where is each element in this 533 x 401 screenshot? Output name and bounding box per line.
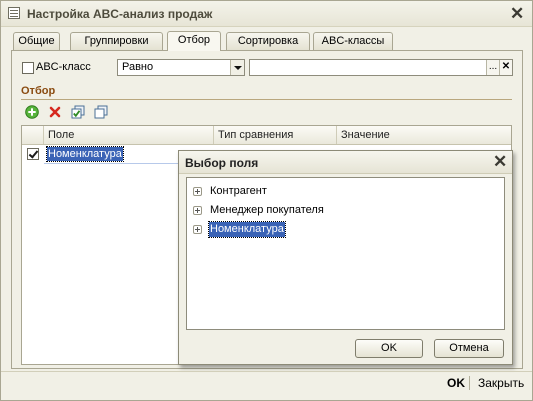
window-title: Настройка ABC-анализ продаж	[27, 7, 213, 21]
ellipsis-button[interactable]: ...	[486, 60, 499, 75]
column-header-value[interactable]: Значение	[337, 126, 511, 144]
expand-icon[interactable]	[193, 187, 202, 196]
row-checkbox[interactable]	[27, 148, 39, 160]
grid-header: Поле Тип сравнения Значение	[22, 126, 511, 145]
settings-window: Настройка ABC-анализ продаж ✕ Общие Груп…	[0, 0, 533, 401]
dialog-cancel-button[interactable]: Отмена	[434, 339, 504, 358]
field-selection-dialog: Выбор поля ✕ Контрагент Менеджер покупат…	[178, 150, 513, 365]
field-tree[interactable]: Контрагент Менеджер покупателя Номенклат…	[186, 177, 505, 330]
clear-icon[interactable]: ✕	[499, 60, 512, 75]
delete-icon[interactable]	[48, 105, 62, 119]
form-icon	[8, 7, 20, 19]
check-all-icon[interactable]	[71, 105, 85, 119]
dialog-ok-button[interactable]: OK	[355, 339, 423, 358]
close-button[interactable]: Закрыть	[478, 376, 524, 390]
tree-item-label: Номенклатура	[208, 221, 286, 238]
footer-separator	[469, 376, 470, 390]
abc-class-label: ABC-класс	[36, 61, 91, 73]
chevron-down-icon[interactable]	[230, 60, 244, 75]
add-icon[interactable]	[25, 105, 39, 119]
row-field-cell[interactable]: Номенклатура	[44, 145, 199, 164]
row-field-value: Номенклатура	[46, 146, 124, 162]
footer-divider	[1, 371, 532, 372]
expand-icon[interactable]	[193, 225, 202, 234]
copy-icon[interactable]	[94, 105, 108, 119]
tab-general[interactable]: Общие	[13, 32, 60, 50]
expand-icon[interactable]	[193, 206, 202, 215]
comparison-select[interactable]: Равно	[117, 59, 245, 76]
grid-header-check	[22, 126, 44, 144]
filter-section-title: Отбор	[21, 85, 56, 97]
abc-class-checkbox[interactable]	[22, 62, 34, 74]
tree-item-label: Контрагент	[210, 185, 267, 197]
tab-abc-classes[interactable]: ABC-классы	[313, 32, 393, 50]
abc-class-value-field[interactable]: ... ✕	[249, 59, 513, 76]
section-divider	[21, 99, 512, 100]
dialog-title: Выбор поля	[185, 156, 259, 170]
window-titlebar: Настройка ABC-анализ продаж ✕	[1, 1, 532, 27]
ok-button[interactable]: OK	[447, 376, 465, 390]
dialog-titlebar: Выбор поля ✕	[179, 151, 512, 174]
close-icon[interactable]: ✕	[510, 5, 524, 22]
tree-item-label: Менеджер покупателя	[210, 204, 324, 216]
column-header-field[interactable]: Поле	[44, 126, 214, 144]
dialog-close-icon[interactable]: ✕	[493, 153, 507, 170]
tab-groupings[interactable]: Группировки	[70, 32, 163, 50]
tab-filter[interactable]: Отбор	[167, 31, 221, 51]
column-header-comparison[interactable]: Тип сравнения	[214, 126, 337, 144]
tab-sorting[interactable]: Сортировка	[226, 32, 310, 50]
comparison-select-value: Равно	[122, 61, 154, 73]
